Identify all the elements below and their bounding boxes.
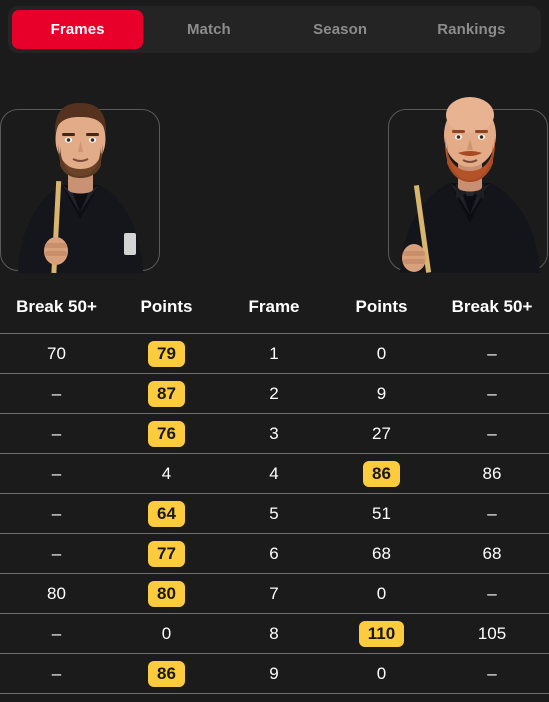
cell-frame-number: 8 [220, 613, 328, 654]
cell-points-left: 0 [113, 613, 220, 654]
cell-points-left: 4 [113, 453, 220, 494]
cell-points-right: 0 [328, 333, 435, 374]
winner-points-badge: 64 [148, 500, 185, 527]
cell-break-right: – [435, 573, 549, 614]
cell-points-left: 76 [113, 413, 220, 454]
column-header-0: Break 50+ [16, 297, 97, 316]
player-left[interactable] [0, 73, 163, 273]
column-header-1: Points [140, 297, 193, 316]
table-row[interactable]: 70 79 1 0– [0, 333, 549, 374]
cell-break-left: – [0, 453, 113, 494]
cell-break-right: – [435, 413, 549, 454]
table-row[interactable]: –77 6 68 68 [0, 533, 549, 574]
table-body: 70 79 1 0– –87 2 9– –76 3 27– –4 4 86 86–64 5 51– –77 6 68… [0, 333, 549, 694]
winner-points-badge: 87 [148, 380, 185, 407]
cell-break-left: – [0, 533, 113, 574]
table-row[interactable]: –86 9 0– [0, 653, 549, 694]
tab-season[interactable]: Season [275, 10, 406, 49]
winner-points-badge: 76 [148, 420, 185, 447]
column-header-3: Points [355, 297, 408, 316]
table-row[interactable]: –4 4 86 86 [0, 453, 549, 494]
cell-points-left: 79 [113, 333, 220, 374]
cell-points-right: 27 [328, 413, 435, 454]
player-right-photo [386, 73, 549, 273]
players-section [0, 73, 549, 281]
cell-break-left: – [0, 653, 113, 694]
cell-break-right: 68 [435, 533, 549, 574]
tab-match[interactable]: Match [143, 10, 274, 49]
cell-break-left: – [0, 493, 113, 534]
cell-break-right: 86 [435, 453, 549, 494]
cell-points-right: 86 [328, 453, 435, 494]
winner-points-badge: 86 [363, 460, 400, 487]
player-right[interactable] [386, 73, 549, 273]
cell-frame-number: 6 [220, 533, 328, 574]
tab-bar-container: Frames Match Season Rankings [0, 0, 549, 53]
cell-points-left: 80 [113, 573, 220, 614]
cell-frame-number: 1 [220, 333, 328, 374]
table-row[interactable]: –0 8 110 105 [0, 613, 549, 654]
cell-points-left: 64 [113, 493, 220, 534]
frames-score-table: Break 50+ Points Frame Points Break 50+ 70 79… [0, 291, 549, 694]
winner-points-badge: 110 [358, 620, 405, 647]
tab-frames[interactable]: Frames [12, 10, 144, 49]
player-left-photo [0, 73, 163, 273]
cell-break-left: 70 [0, 333, 113, 374]
cell-points-left: 86 [113, 653, 220, 694]
cell-break-right: – [435, 373, 549, 414]
cell-points-right: 110 [328, 613, 435, 654]
cell-break-left: – [0, 613, 113, 654]
tab-bar: Frames Match Season Rankings [8, 6, 541, 53]
cell-break-left: – [0, 373, 113, 414]
table-header-row: Break 50+ Points Frame Points Break 50+ [0, 291, 549, 334]
cell-break-left: – [0, 413, 113, 454]
cell-points-right: 68 [328, 533, 435, 574]
cell-points-right: 51 [328, 493, 435, 534]
cell-points-left: 87 [113, 373, 220, 414]
cell-break-left: 80 [0, 573, 113, 614]
cell-break-right: 105 [435, 613, 549, 654]
winner-points-badge: 77 [148, 540, 185, 567]
cell-frame-number: 4 [220, 453, 328, 494]
column-header-4: Break 50+ [451, 297, 533, 316]
cell-points-right: 0 [328, 573, 435, 614]
cell-points-right: 0 [328, 653, 435, 694]
cell-break-right: – [435, 333, 549, 374]
cell-frame-number: 2 [220, 373, 328, 414]
cell-frame-number: 5 [220, 493, 328, 534]
table-row[interactable]: –87 2 9– [0, 373, 549, 414]
winner-points-badge: 86 [148, 660, 185, 687]
cell-frame-number: 3 [220, 413, 328, 454]
cell-break-right: – [435, 493, 549, 534]
tab-rankings[interactable]: Rankings [406, 10, 537, 49]
cell-break-right: – [435, 653, 549, 694]
winner-points-badge: 80 [148, 580, 185, 607]
winner-points-badge: 79 [148, 340, 185, 367]
column-header-2: Frame [248, 297, 300, 316]
table-row[interactable]: 80 80 7 0– [0, 573, 549, 614]
table-row[interactable]: –64 5 51– [0, 493, 549, 534]
cell-frame-number: 9 [220, 653, 328, 694]
cell-frame-number: 7 [220, 573, 328, 614]
cell-points-right: 9 [328, 373, 435, 414]
table-row[interactable]: –76 3 27– [0, 413, 549, 454]
cell-points-left: 77 [113, 533, 220, 574]
